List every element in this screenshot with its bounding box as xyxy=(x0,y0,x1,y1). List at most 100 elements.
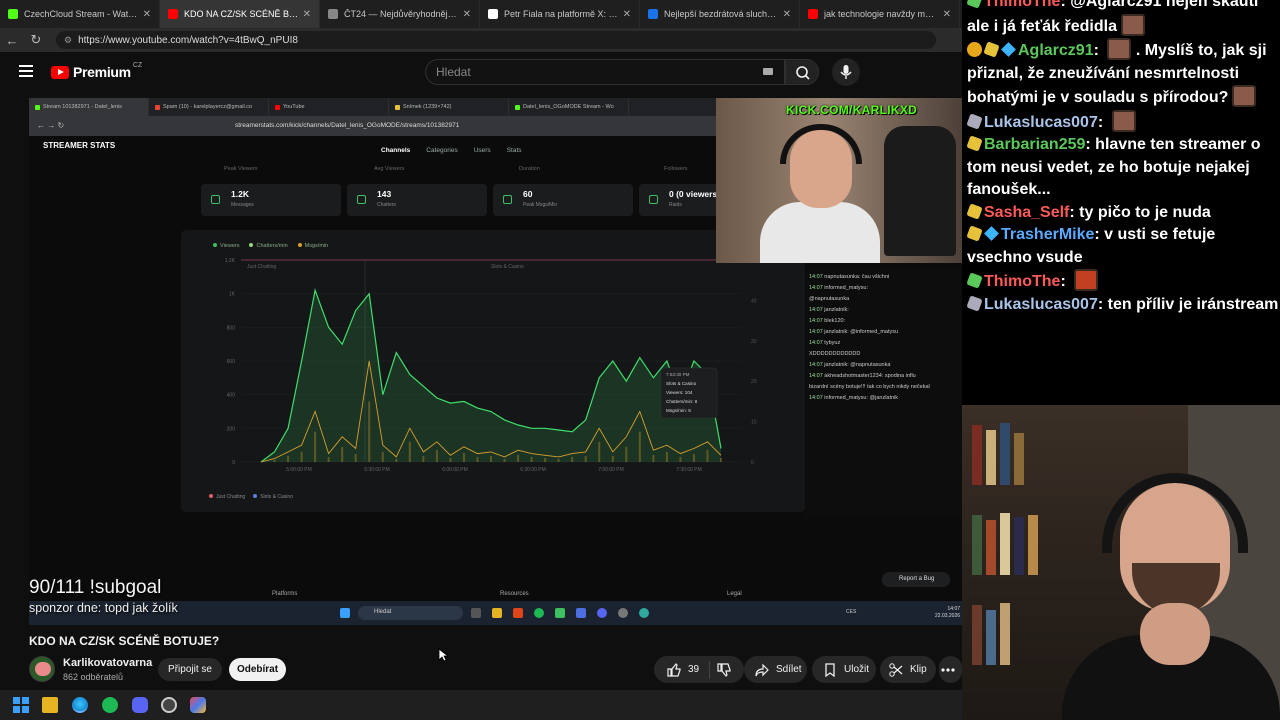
reload-icon[interactable]: ↻ xyxy=(24,32,48,48)
chat-username[interactable]: Lukaslucas007 xyxy=(984,296,1098,313)
inner-chat-text: informed_matysu: xyxy=(824,285,869,291)
join-button[interactable]: Připojit se xyxy=(158,658,222,681)
browser-tab[interactable]: ČT24 — Nejdůvěryhodnější zprav ✕ xyxy=(320,0,480,28)
search-input[interactable]: Hledat xyxy=(425,59,785,85)
chat-username[interactable]: TrasherMike xyxy=(1001,226,1094,243)
clip-button[interactable]: Klip xyxy=(880,656,936,683)
msgs-bar xyxy=(679,456,682,462)
inner-chat-text: informed_matysu: @janzlatnik xyxy=(824,395,899,401)
x-tick-label: 7:00:00 PM xyxy=(598,467,624,473)
footer-resources: Resources xyxy=(500,591,529,597)
chat-message: Aglarcz91: . Myslíš to, jak sji přiznal,… xyxy=(967,38,1280,110)
browser-tab[interactable]: Nejlepší bezdrátová sluchátka 202 ✕ xyxy=(640,0,800,28)
emote-icon xyxy=(1232,85,1257,107)
inner-chat-text: blek120: xyxy=(824,318,846,324)
stat-value: 1.2K xyxy=(231,189,249,199)
windows-start-icon[interactable] xyxy=(13,697,29,713)
close-icon[interactable]: ✕ xyxy=(303,9,311,20)
right-tick-label: 0 xyxy=(751,460,754,466)
video-inner-tabs: Stream 101382971 - Datel_lenis Spam (10)… xyxy=(29,98,719,116)
tab-favicon-icon xyxy=(648,9,658,19)
badge-icon xyxy=(966,202,983,220)
inner-nav-icons: ← → ↻ xyxy=(37,121,65,130)
share-button[interactable]: Sdílet xyxy=(744,656,807,683)
more-actions-button[interactable] xyxy=(939,656,962,683)
inner-chat-time: 14:07 xyxy=(809,373,823,379)
menu-categories: Categories xyxy=(426,147,458,154)
channel-name[interactable]: Karlikovatovarna xyxy=(63,657,152,669)
chat-username[interactable]: Barbarian259 xyxy=(984,136,1085,153)
right-tick-label: 30 xyxy=(751,339,757,345)
back-icon[interactable]: ← xyxy=(0,33,24,48)
like-dislike-group: 39 xyxy=(654,656,744,683)
chat-username[interactable]: ThimoThe xyxy=(984,273,1060,290)
tooltip-line: Msgs/min: 8 xyxy=(666,408,691,413)
site-info-icon[interactable]: ⚙ xyxy=(64,35,72,46)
edge-icon[interactable] xyxy=(72,697,88,713)
footer-legal: Legal xyxy=(727,591,742,597)
y-tick-label: 200 xyxy=(227,426,236,432)
save-button[interactable]: Uložit xyxy=(812,656,876,683)
chat-username[interactable]: ThimoThe xyxy=(984,0,1060,10)
channel-avatar[interactable] xyxy=(29,656,55,682)
browser-tab-active[interactable]: KDO NA CZ/SK SCÉNĚ BOTUJE? ✕ xyxy=(160,0,320,28)
y-tick-label: 1K xyxy=(229,292,236,298)
video-player[interactable]: Stream 101382971 - Datel_lenis Spam (10)… xyxy=(29,98,962,625)
url-field[interactable]: ⚙ https://www.youtube.com/watch?v=4tBwQ_… xyxy=(56,31,936,49)
viewers-chart: Viewers Chatters/min Msgs/min 1.2K 1K 800 6… xyxy=(181,230,805,512)
app-icon xyxy=(555,608,565,618)
chat-username[interactable]: Lukaslucas007 xyxy=(984,114,1098,131)
chat-username[interactable]: Sasha_Self xyxy=(984,204,1069,221)
file-explorer-icon[interactable] xyxy=(42,697,58,713)
inner-chat-time: 14:07 xyxy=(809,362,823,368)
like-button[interactable]: 39 xyxy=(654,662,699,678)
browser-tab[interactable]: CzechCloud Stream - Watch Live o ✕ xyxy=(0,0,160,28)
close-icon[interactable]: ✕ xyxy=(783,9,791,20)
y-tick-label: 1.2K xyxy=(225,258,236,264)
save-label: Uložit xyxy=(844,664,870,675)
discord-icon[interactable] xyxy=(132,697,148,713)
voice-search-button[interactable] xyxy=(832,58,860,86)
inner-chat-line: XDDDDDDDDDDDD xyxy=(809,349,958,360)
inner-tab: Snímek (1239×742) xyxy=(389,98,509,116)
browser-tab[interactable]: jak technologie navždy mění to, c ✕ xyxy=(800,0,960,28)
chat-message: TrasherMike: v usti se fetuje vsechno vs… xyxy=(966,225,1216,266)
youtube-logo[interactable]: Premium CZ xyxy=(51,62,142,80)
chat-message: ThimoThe: xyxy=(966,269,1280,294)
inner-chat-line: 14:07 janzlatnik: @napnutasunka xyxy=(809,360,958,371)
subscribe-button[interactable]: Odebírat xyxy=(229,658,286,681)
x-tick-label: 6:30:00 PM xyxy=(520,467,546,473)
tab-favicon-icon xyxy=(328,9,338,19)
badge-icon xyxy=(966,272,983,289)
close-icon[interactable]: ✕ xyxy=(943,9,951,20)
raid-icon xyxy=(649,195,658,204)
edge-icon xyxy=(639,608,649,618)
inner-chat-text: bizardní scény botuje!!! tak co bych nik… xyxy=(809,384,930,390)
inner-chat-text: @napnutasunka xyxy=(809,296,850,302)
spotify-icon[interactable] xyxy=(102,697,118,713)
obs-icon xyxy=(618,608,628,618)
host-hand xyxy=(1140,603,1210,665)
chat-message: Lukaslucas007: xyxy=(966,109,1280,135)
thumbs-down-icon[interactable] xyxy=(716,662,732,678)
badge-icon xyxy=(967,42,982,57)
close-icon[interactable]: ✕ xyxy=(623,9,631,20)
keyboard-icon[interactable] xyxy=(763,68,773,75)
obs-icon[interactable] xyxy=(161,697,177,713)
inner-tab: YouTube xyxy=(269,98,389,116)
gaming-chair xyxy=(884,126,956,256)
copilot-icon[interactable] xyxy=(190,697,206,713)
search-button[interactable] xyxy=(785,59,819,85)
chat-message: Barbarian259: hlavne ten streamer o tom … xyxy=(966,135,1261,198)
msgs-bar xyxy=(625,446,628,462)
chat-username[interactable]: Aglarcz91 xyxy=(1018,42,1094,59)
msgs-bar xyxy=(665,451,668,462)
browser-tab[interactable]: Petr Fiala na platformě X: „100 dn ✕ xyxy=(480,0,640,28)
close-icon[interactable]: ✕ xyxy=(143,9,151,20)
close-icon[interactable]: ✕ xyxy=(463,9,471,20)
menu-icon[interactable] xyxy=(19,65,33,77)
tooltip-line: Slots & Casino xyxy=(666,381,697,386)
x-tick-label: 7:30:00 PM xyxy=(676,467,702,473)
badge-icon xyxy=(1001,42,1016,57)
msgs-bar xyxy=(300,451,303,462)
